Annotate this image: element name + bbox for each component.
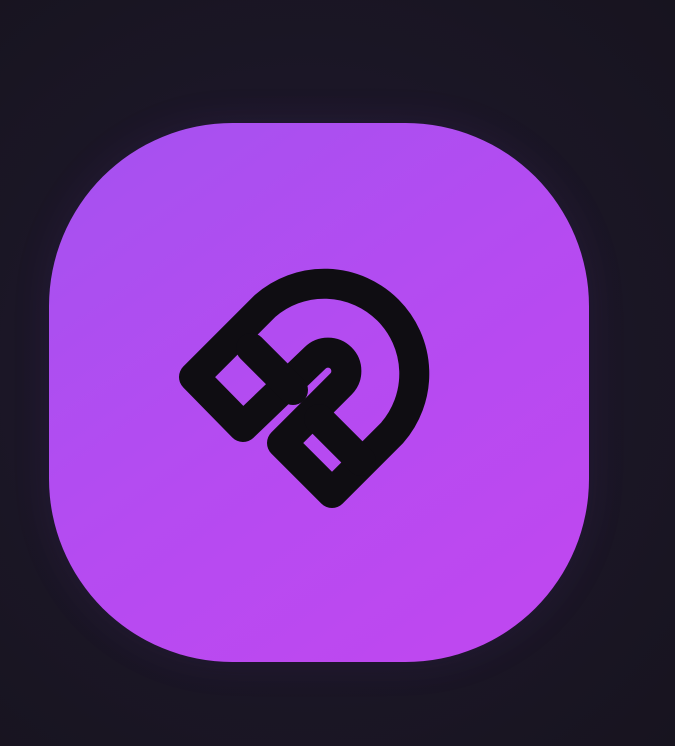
screen: { "icon": { "name": "magnet-icon", "back… — [0, 0, 675, 746]
magnet-icon — [179, 268, 430, 508]
app-icon-tile[interactable] — [49, 123, 589, 662]
magnet-right-pole-line — [304, 404, 376, 476]
magnet-left-pole-line — [236, 333, 308, 405]
